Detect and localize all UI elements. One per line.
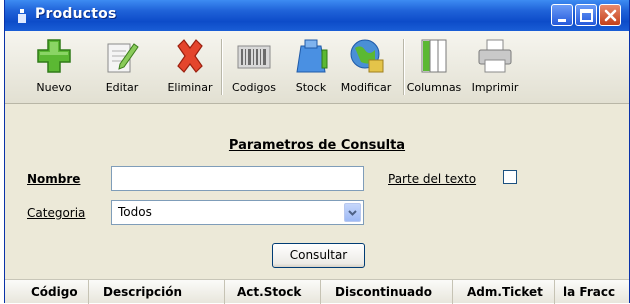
stock-button[interactable]: Stock xyxy=(288,34,334,100)
eliminar-button[interactable]: Eliminar xyxy=(165,34,215,100)
parte-del-texto-label: Parte del texto xyxy=(388,172,477,186)
edit-icon xyxy=(107,43,139,73)
app-window: Productos Nuevo Editar Eliminar Codigos … xyxy=(4,0,630,304)
column-header-descripcion[interactable]: Descripción xyxy=(89,280,225,304)
window-title: Productos xyxy=(35,6,117,22)
dropdown-arrow-icon xyxy=(348,210,357,216)
modificar-label: Modificar xyxy=(340,81,392,94)
modificar-button[interactable]: Modificar xyxy=(339,34,393,100)
toolbar: Nuevo Editar Eliminar Codigos Stock Modi… xyxy=(5,31,629,104)
toolbar-separator xyxy=(221,39,222,95)
barcode-icon xyxy=(237,45,271,69)
nombre-input[interactable] xyxy=(111,166,364,191)
modify-icon xyxy=(350,39,384,73)
editar-button[interactable]: Editar xyxy=(99,34,145,100)
imprimir-label: Imprimir xyxy=(471,81,519,94)
maximize-button[interactable] xyxy=(575,4,597,26)
delete-icon xyxy=(177,39,203,73)
columnas-label: Columnas xyxy=(406,81,462,94)
categoria-select[interactable]: Todos xyxy=(111,200,364,225)
stock-label: Stock xyxy=(295,81,327,94)
maximize-icon xyxy=(580,9,593,22)
column-header-adm-ticket[interactable]: Adm.Ticket xyxy=(453,280,555,304)
column-header-codigo[interactable]: Código xyxy=(5,280,89,304)
categoria-value: Todos xyxy=(118,205,152,219)
parte-del-texto-checkbox[interactable] xyxy=(503,170,517,184)
editar-label: Editar xyxy=(105,81,139,94)
params-title: Parametros de Consulta xyxy=(228,138,406,153)
columns-icon xyxy=(421,39,447,73)
codigos-label: Codigos xyxy=(232,81,276,94)
grid-header: Código Descripción Act.Stock Discontinua… xyxy=(5,279,630,304)
eliminar-label: Eliminar xyxy=(167,81,213,94)
categoria-label: Categoria xyxy=(27,206,86,220)
imprimir-button[interactable]: Imprimir xyxy=(471,34,519,100)
nuevo-label: Nuevo xyxy=(36,81,72,94)
app-icon xyxy=(17,8,27,23)
columnas-button[interactable]: Columnas xyxy=(407,34,461,100)
minimize-icon xyxy=(558,19,566,22)
nombre-label: Nombre xyxy=(27,172,81,186)
nuevo-button[interactable]: Nuevo xyxy=(31,34,77,100)
codigos-button[interactable]: Codigos xyxy=(229,34,279,100)
categoria-dropdown-button[interactable] xyxy=(344,203,361,222)
column-header-discontinuado[interactable]: Discontinuado xyxy=(321,280,453,304)
minimize-button[interactable] xyxy=(551,4,573,26)
plus-icon xyxy=(37,39,71,73)
consultar-button[interactable]: Consultar xyxy=(272,243,365,268)
stock-icon xyxy=(296,39,328,73)
printer-icon xyxy=(478,39,512,73)
close-icon xyxy=(604,9,617,22)
close-button[interactable] xyxy=(599,4,621,26)
title-bar[interactable]: Productos xyxy=(5,0,629,31)
column-header-act-stock[interactable]: Act.Stock xyxy=(225,280,321,304)
column-header-fraccion[interactable]: la Fracc xyxy=(555,280,630,304)
